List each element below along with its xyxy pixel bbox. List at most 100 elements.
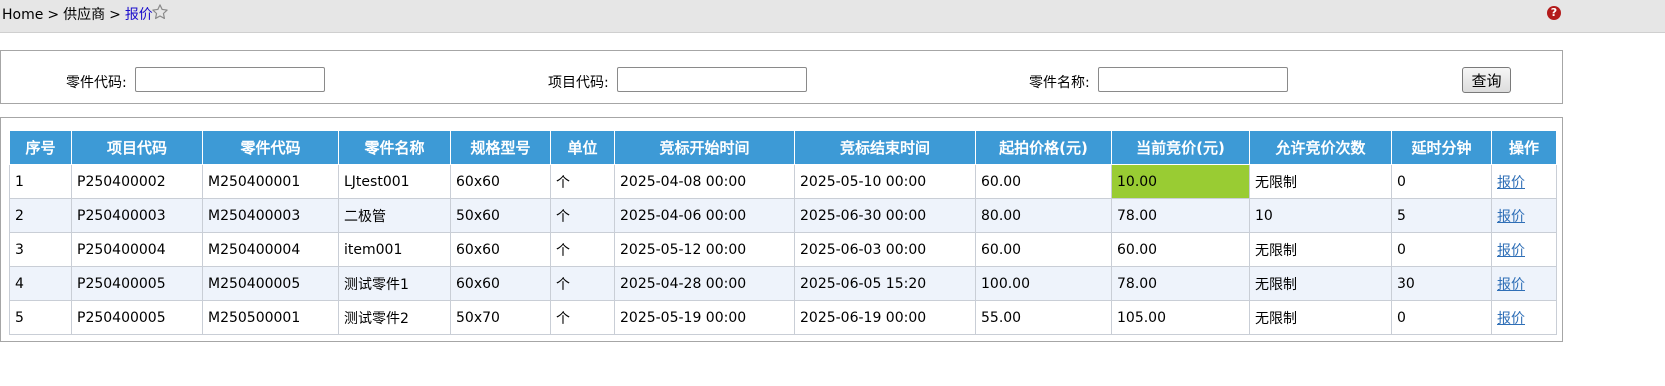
table-cell: 30 (1391, 266, 1492, 301)
table-cell: 无限制 (1249, 232, 1392, 267)
table-cell: 0 (1391, 164, 1492, 199)
column-header[interactable]: 当前竞价(元) (1111, 130, 1250, 165)
table-row[interactable]: 5 P250400005 M250500001 测试零件2 50x70 个 20… (9, 300, 1557, 335)
table-cell: 50x60 (450, 198, 551, 233)
breadcrumb-separator: > (109, 7, 121, 23)
table-cell: 个 (550, 164, 615, 199)
action-cell: 报价 (1491, 266, 1557, 301)
table-cell: 测试零件1 (338, 266, 451, 301)
table-cell: LJtest001 (338, 164, 451, 199)
table-cell: 测试零件2 (338, 300, 451, 335)
column-header[interactable]: 允许竞价次数 (1249, 130, 1392, 165)
project-code-input[interactable] (617, 67, 807, 92)
action-cell: 报价 (1491, 164, 1557, 199)
table-cell: 50x70 (450, 300, 551, 335)
table-row[interactable]: 2 P250400003 M250400003 二极管 50x60 个 2025… (9, 198, 1557, 233)
table-cell: 4 (9, 266, 72, 301)
table-cell: M250400003 (202, 198, 339, 233)
table-cell: 2025-04-08 00:00 (614, 164, 795, 199)
part-name-input[interactable] (1098, 67, 1288, 92)
table-cell: 2025-05-10 00:00 (794, 164, 976, 199)
quote-table: 序号 项目代码 零件代码 零件名称 规格型号 单位 竞标开始时间 竞标结束时间 … (9, 130, 1557, 335)
table-cell: 5 (9, 300, 72, 335)
table-cell: 60.00 (975, 164, 1112, 199)
table-header-row: 序号 项目代码 零件代码 零件名称 规格型号 单位 竞标开始时间 竞标结束时间 … (9, 130, 1557, 165)
table-cell: 5 (1391, 198, 1492, 233)
table-cell: 二极管 (338, 198, 451, 233)
table-cell: 60x60 (450, 266, 551, 301)
table-cell: M250400004 (202, 232, 339, 267)
quote-link[interactable]: 报价 (1497, 209, 1525, 225)
search-panel: 零件代码: 项目代码: 零件名称: 查询 (0, 50, 1563, 104)
table-cell: 80.00 (975, 198, 1112, 233)
project-code-label: 项目代码: (548, 75, 609, 91)
table-cell: 2025-06-03 00:00 (794, 232, 976, 267)
part-name-label: 零件名称: (1029, 75, 1090, 91)
table-row[interactable]: 1 P250400002 M250400001 LJtest001 60x60 … (9, 164, 1557, 199)
star-outline-icon[interactable] (151, 3, 169, 21)
help-icon[interactable]: ? (1547, 6, 1561, 20)
table-cell: 无限制 (1249, 266, 1392, 301)
table-cell: 无限制 (1249, 300, 1392, 335)
table-cell: 个 (550, 232, 615, 267)
column-header[interactable]: 单位 (550, 130, 615, 165)
table-cell: M250400001 (202, 164, 339, 199)
table-cell: P250400003 (71, 198, 203, 233)
table-cell: 0 (1391, 232, 1492, 267)
table-cell: 10 (1249, 198, 1392, 233)
table-cell: P250400002 (71, 164, 203, 199)
table-cell: 2 (9, 198, 72, 233)
column-header[interactable]: 起拍价格(元) (975, 130, 1112, 165)
breadcrumb-parent[interactable]: 供应商 (63, 7, 105, 23)
column-header[interactable]: 零件代码 (202, 130, 339, 165)
quote-link[interactable]: 报价 (1497, 277, 1525, 293)
breadcrumb-current: 报价 (124, 7, 153, 23)
table-cell: 个 (550, 300, 615, 335)
table-cell: 0 (1391, 300, 1492, 335)
breadcrumb-separator: > (47, 7, 60, 23)
table-cell: 2025-06-05 15:20 (794, 266, 976, 301)
quote-link[interactable]: 报价 (1497, 175, 1525, 191)
table-cell: 3 (9, 232, 72, 267)
current-bid-cell-highlighted: 10.00 (1111, 164, 1250, 199)
table-cell: 个 (550, 198, 615, 233)
table-cell: 60x60 (450, 232, 551, 267)
table-row[interactable]: 4 P250400005 M250400005 测试零件1 60x60 个 20… (9, 266, 1557, 301)
table-cell: 60.00 (1111, 232, 1250, 267)
results-panel: 序号 项目代码 零件代码 零件名称 规格型号 单位 竞标开始时间 竞标结束时间 … (0, 117, 1563, 342)
table-row[interactable]: 3 P250400004 M250400004 item001 60x60 个 … (9, 232, 1557, 267)
column-header[interactable]: 序号 (9, 130, 72, 165)
table-cell: 无限制 (1249, 164, 1392, 199)
breadcrumb-home[interactable]: Home (2, 7, 43, 23)
column-header[interactable]: 竞标结束时间 (794, 130, 976, 165)
table-cell: 55.00 (975, 300, 1112, 335)
table-cell: M250400005 (202, 266, 339, 301)
part-code-input[interactable] (135, 67, 325, 92)
table-cell: 60.00 (975, 232, 1112, 267)
table-cell: 100.00 (975, 266, 1112, 301)
table-cell: P250400005 (71, 266, 203, 301)
breadcrumb: Home > 供应商 > 报价 (2, 6, 153, 24)
table-cell: 个 (550, 266, 615, 301)
table-cell: 2025-04-06 00:00 (614, 198, 795, 233)
table-cell: 2025-04-28 00:00 (614, 266, 795, 301)
query-button[interactable]: 查询 (1462, 67, 1511, 93)
column-header[interactable]: 项目代码 (71, 130, 203, 165)
table-cell: P250400004 (71, 232, 203, 267)
quote-link[interactable]: 报价 (1497, 311, 1525, 327)
table-cell: M250500001 (202, 300, 339, 335)
table-cell: 2025-05-12 00:00 (614, 232, 795, 267)
top-bar: Home > 供应商 > 报价 ? (0, 0, 1665, 33)
table-cell: 2025-06-19 00:00 (794, 300, 976, 335)
table-cell: 1 (9, 164, 72, 199)
column-header[interactable]: 操作 (1491, 130, 1557, 165)
table-cell: 78.00 (1111, 266, 1250, 301)
column-header[interactable]: 规格型号 (450, 130, 551, 165)
column-header[interactable]: 竞标开始时间 (614, 130, 795, 165)
table-cell: 60x60 (450, 164, 551, 199)
quote-link[interactable]: 报价 (1497, 243, 1525, 259)
action-cell: 报价 (1491, 232, 1557, 267)
table-cell: 78.00 (1111, 198, 1250, 233)
column-header[interactable]: 延时分钟 (1391, 130, 1492, 165)
column-header[interactable]: 零件名称 (338, 130, 451, 165)
